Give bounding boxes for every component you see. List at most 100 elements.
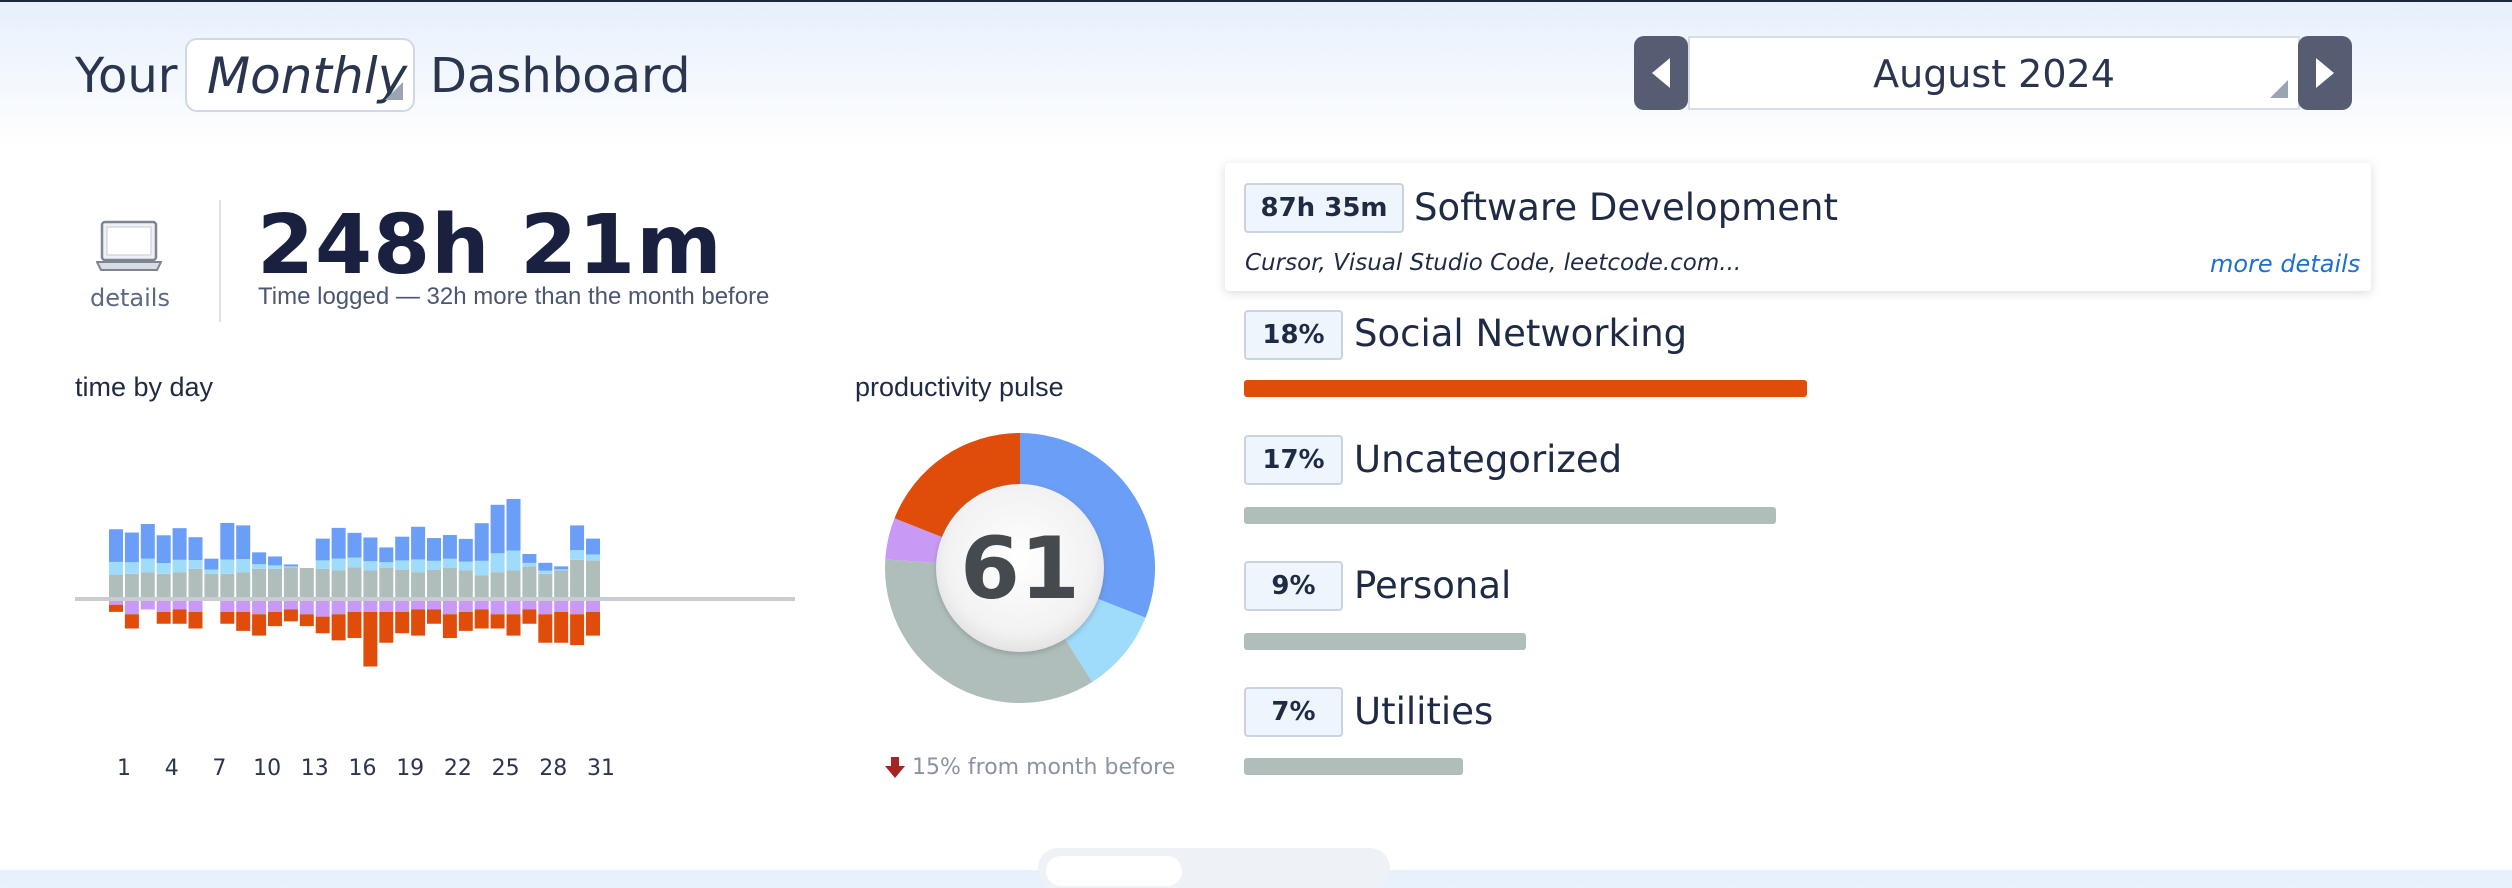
- day-bar-segment[interactable]: [522, 554, 537, 563]
- day-bar-segment[interactable]: [538, 573, 553, 598]
- category-name[interactable]: Utilities: [1354, 690, 1493, 733]
- day-bar-segment[interactable]: [522, 562, 537, 567]
- day-bar-segment[interactable]: [220, 522, 235, 560]
- day-bar-segment[interactable]: [315, 600, 330, 617]
- day-bar-segment[interactable]: [315, 568, 330, 598]
- day-bar-segment[interactable]: [268, 600, 282, 612]
- day-bar-segment[interactable]: [586, 600, 600, 612]
- prev-month-button[interactable]: [1634, 36, 1688, 110]
- day-bar-segment[interactable]: [283, 609, 298, 622]
- day-bar-segment[interactable]: [506, 614, 521, 636]
- day-bar-segment[interactable]: [363, 611, 378, 667]
- day-bar-segment[interactable]: [474, 523, 489, 561]
- day-bar-segment[interactable]: [427, 600, 441, 610]
- day-bar-segment[interactable]: [427, 569, 441, 598]
- day-bar-segment[interactable]: [156, 563, 171, 574]
- day-bar-segment[interactable]: [331, 600, 346, 615]
- day-bar-segment[interactable]: [188, 611, 203, 629]
- day-bar-segment[interactable]: [156, 573, 171, 598]
- day-bar-segment[interactable]: [220, 573, 235, 598]
- day-bar-segment[interactable]: [570, 614, 585, 646]
- day-bar-segment[interactable]: [204, 573, 219, 598]
- day-bar-segment[interactable]: [411, 572, 426, 598]
- day-bar-segment[interactable]: [395, 600, 410, 612]
- day-bar-segment[interactable]: [331, 527, 346, 559]
- day-bar-segment[interactable]: [363, 561, 378, 571]
- day-bar-segment[interactable]: [554, 566, 569, 570]
- day-bar-segment[interactable]: [252, 614, 267, 636]
- day-bar-segment[interactable]: [538, 570, 553, 574]
- day-bar-segment[interactable]: [411, 609, 426, 636]
- day-bar-segment[interactable]: [315, 538, 330, 561]
- day-bar-segment[interactable]: [299, 614, 314, 627]
- day-bar-segment[interactable]: [252, 600, 267, 615]
- day-bar-segment[interactable]: [586, 560, 600, 598]
- day-bar-segment[interactable]: [554, 611, 569, 643]
- day-bar-segment[interactable]: [395, 611, 410, 634]
- day-bar-segment[interactable]: [124, 562, 139, 574]
- day-bar-segment[interactable]: [411, 526, 426, 560]
- day-bar-segment[interactable]: [347, 532, 362, 558]
- day-bar-segment[interactable]: [458, 538, 473, 562]
- day-bar-segment[interactable]: [172, 600, 187, 610]
- day-bar-segment[interactable]: [124, 573, 139, 598]
- day-bar-segment[interactable]: [347, 611, 362, 638]
- day-bar-segment[interactable]: [395, 536, 410, 561]
- day-bar-segment[interactable]: [315, 560, 330, 569]
- day-bar-segment[interactable]: [268, 565, 282, 569]
- day-bar-segment[interactable]: [586, 554, 600, 561]
- day-bar-segment[interactable]: [124, 600, 139, 615]
- day-bar-segment[interactable]: [363, 537, 378, 562]
- next-month-button[interactable]: [2298, 36, 2352, 110]
- day-bar-segment[interactable]: [474, 600, 489, 610]
- day-bar-segment[interactable]: [538, 614, 553, 643]
- day-bar-segment[interactable]: [442, 614, 457, 638]
- day-bar-segment[interactable]: [172, 572, 187, 598]
- day-bar-segment[interactable]: [220, 611, 235, 624]
- day-bar-segment[interactable]: [458, 561, 473, 571]
- day-bar-segment[interactable]: [331, 570, 346, 599]
- day-bar-segment[interactable]: [474, 609, 489, 629]
- day-bar-segment[interactable]: [474, 560, 489, 576]
- day-bar-segment[interactable]: [442, 568, 457, 598]
- day-bar-segment[interactable]: [140, 600, 155, 610]
- day-bar-segment[interactable]: [427, 560, 441, 570]
- day-bar-segment[interactable]: [411, 559, 426, 573]
- day-bar-segment[interactable]: [347, 567, 362, 598]
- day-bar-segment[interactable]: [299, 600, 314, 615]
- day-bar-segment[interactable]: [156, 600, 171, 612]
- day-bar-segment[interactable]: [427, 609, 441, 624]
- day-bar-segment[interactable]: [395, 569, 410, 598]
- day-bar-segment[interactable]: [538, 600, 553, 615]
- category-name[interactable]: Software Development: [1414, 186, 1838, 229]
- day-bar-segment[interactable]: [474, 575, 489, 598]
- day-bar-segment[interactable]: [554, 569, 569, 571]
- day-bar-segment[interactable]: [124, 614, 139, 629]
- day-bar-segment[interactable]: [554, 570, 569, 599]
- day-bar-segment[interactable]: [236, 600, 251, 612]
- day-bar-segment[interactable]: [442, 535, 457, 559]
- category-name[interactable]: Personal: [1354, 564, 1511, 607]
- day-bar-segment[interactable]: [490, 572, 505, 598]
- day-bar-segment[interactable]: [236, 611, 251, 631]
- day-bar-segment[interactable]: [427, 538, 441, 561]
- day-bar-segment[interactable]: [140, 524, 155, 559]
- day-bar-segment[interactable]: [506, 499, 521, 551]
- day-bar-segment[interactable]: [140, 572, 155, 598]
- day-bar-segment[interactable]: [411, 600, 426, 610]
- day-bar-segment[interactable]: [188, 537, 203, 560]
- day-bar-segment[interactable]: [252, 568, 267, 598]
- day-bar-segment[interactable]: [236, 572, 251, 598]
- day-bar-segment[interactable]: [331, 614, 346, 641]
- day-bar-segment[interactable]: [156, 611, 171, 624]
- day-bar-segment[interactable]: [522, 609, 537, 624]
- day-bar-segment[interactable]: [204, 569, 219, 574]
- day-bar-segment[interactable]: [268, 611, 282, 627]
- day-bar-segment[interactable]: [458, 600, 473, 612]
- day-bar-segment[interactable]: [252, 552, 267, 565]
- day-bar-segment[interactable]: [283, 566, 298, 568]
- day-bar-segment[interactable]: [586, 538, 600, 555]
- day-bar-segment[interactable]: [458, 570, 473, 599]
- day-bar-segment[interactable]: [268, 568, 282, 598]
- day-bar-segment[interactable]: [570, 559, 585, 598]
